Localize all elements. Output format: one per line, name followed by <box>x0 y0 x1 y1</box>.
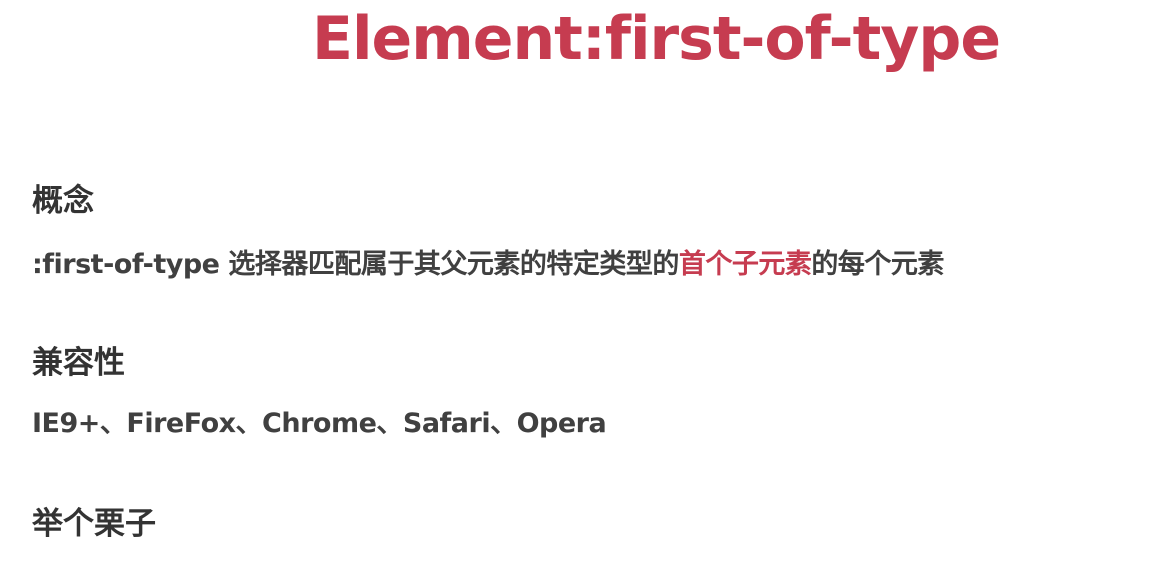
concept-highlight: 首个子元素 <box>678 249 812 280</box>
heading-concept: 概念 <box>32 183 94 219</box>
concept-text: :first-of-type 选择器匹配属于其父元素的特定类型的首个子元素的每个… <box>32 242 944 281</box>
heading-compatibility: 兼容性 <box>32 345 125 381</box>
heading-example: 举个栗子 <box>32 506 156 542</box>
compatibility-text: IE9+、FireFox、Chrome、Safari、Opera <box>32 408 607 439</box>
concept-text-after: 的每个元素 <box>811 249 944 280</box>
slide-title: Element:first-of-type <box>312 4 1001 74</box>
concept-text-before: :first-of-type 选择器匹配属于其父元素的特定类型的 <box>32 249 679 280</box>
